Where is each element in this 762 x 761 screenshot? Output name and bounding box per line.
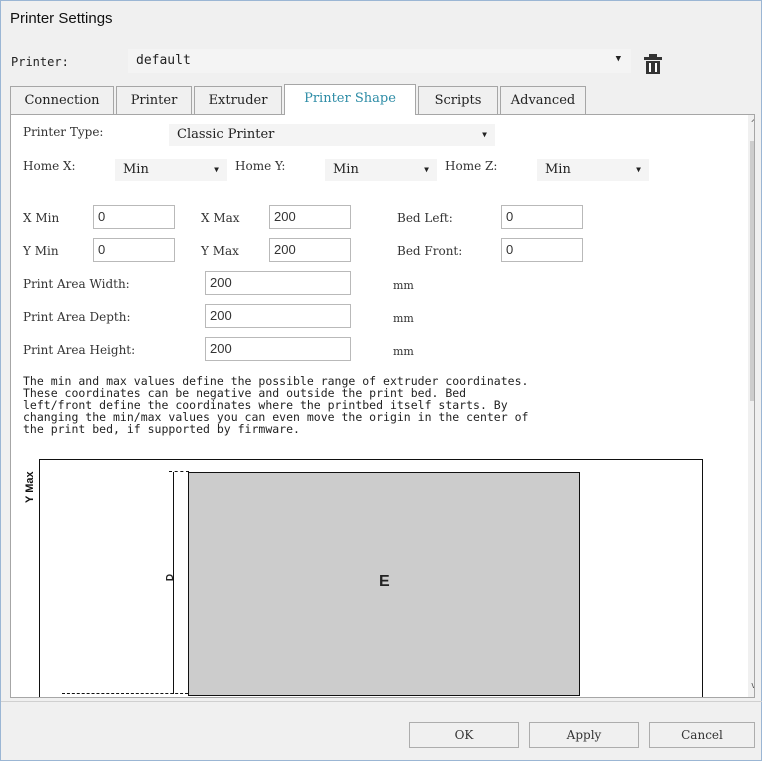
print-area-width-input[interactable]: 200: [205, 271, 351, 295]
y-max-label: Y Max: [201, 244, 239, 258]
printer-type-label: Printer Type:: [23, 125, 104, 139]
scroll-thumb[interactable]: [750, 141, 754, 401]
depth-dimension-line: [173, 472, 174, 694]
printer-type-select[interactable]: Classic Printer ▼: [169, 124, 495, 146]
apply-button[interactable]: Apply: [529, 722, 639, 748]
home-y-select[interactable]: Min ▼: [325, 159, 437, 181]
unit-label: mm: [393, 345, 414, 358]
footer-divider: [1, 701, 762, 702]
y-min-label: Y Min: [23, 244, 59, 258]
home-x-value: Min: [123, 162, 149, 177]
y-max-axis-text: Y Max: [24, 471, 36, 503]
printer-shape-diagram: D E: [39, 459, 703, 697]
home-z-label: Home Z:: [445, 159, 498, 173]
bed-left-input[interactable]: 0: [501, 205, 583, 229]
y-max-input[interactable]: 200: [269, 238, 351, 262]
print-area-depth-label: Print Area Depth:: [23, 310, 131, 324]
print-bed-area: E: [188, 472, 580, 696]
printer-settings-window: Printer Settings Printer: default ▼ Conn…: [0, 0, 762, 761]
x-min-label: X Min: [23, 211, 60, 225]
depth-dimension-label: D: [165, 573, 177, 582]
tab-advanced[interactable]: Advanced: [500, 86, 586, 114]
printer-shape-panel: Printer Type: Classic Printer ▼ Home X: …: [10, 114, 755, 698]
chevron-down-icon: ▼: [615, 54, 621, 64]
chevron-down-icon: ▼: [424, 165, 429, 174]
x-min-input[interactable]: 0: [93, 205, 175, 229]
vertical-scrollbar[interactable]: ^ v: [748, 115, 754, 697]
printer-type-value: Classic Printer: [177, 127, 275, 142]
tab-printer-shape[interactable]: Printer Shape: [284, 84, 416, 115]
shape-description: The min and max values define the possib…: [23, 374, 529, 436]
x-max-input[interactable]: 200: [269, 205, 351, 229]
window-title: Printer Settings: [10, 10, 113, 27]
chevron-down-icon: ▼: [214, 165, 219, 174]
home-z-select[interactable]: Min ▼: [537, 159, 649, 181]
settings-tabs: Connection Printer Extruder Printer Shap…: [10, 84, 750, 115]
scroll-down-icon[interactable]: v: [751, 681, 754, 691]
cancel-button[interactable]: Cancel: [649, 722, 755, 748]
bed-front-input[interactable]: 0: [501, 238, 583, 262]
ok-button[interactable]: OK: [409, 722, 519, 748]
print-area-height-label: Print Area Height:: [23, 343, 136, 357]
home-z-value: Min: [545, 162, 571, 177]
tab-extruder[interactable]: Extruder: [194, 86, 282, 114]
x-max-label: X Max: [201, 211, 240, 225]
unit-label: mm: [393, 279, 414, 292]
printer-select-value: default: [136, 53, 191, 68]
bed-front-label: Bed Front:: [397, 244, 463, 258]
printer-label: Printer:: [11, 55, 69, 69]
tab-connection[interactable]: Connection: [10, 86, 114, 114]
trash-icon[interactable]: [643, 53, 663, 75]
printer-select[interactable]: default ▼: [128, 49, 631, 73]
tab-scripts[interactable]: Scripts: [418, 86, 498, 114]
home-y-value: Min: [333, 162, 359, 177]
home-y-label: Home Y:: [235, 159, 286, 173]
y-min-input[interactable]: 0: [93, 238, 175, 262]
scroll-up-icon[interactable]: ^: [751, 119, 754, 129]
print-area-width-label: Print Area Width:: [23, 277, 130, 291]
unit-label: mm: [393, 312, 414, 325]
home-x-label: Home X:: [23, 159, 76, 173]
print-area-height-input[interactable]: 200: [205, 337, 351, 361]
home-x-select[interactable]: Min ▼: [115, 159, 227, 181]
dimension-dash-bottom: [62, 693, 188, 694]
dimension-dash-top: [169, 471, 189, 472]
print-bed-label: E: [379, 573, 390, 590]
print-area-depth-input[interactable]: 200: [205, 304, 351, 328]
bed-left-label: Bed Left:: [397, 211, 453, 225]
y-max-axis-label: Y Max: [22, 457, 36, 507]
tab-printer[interactable]: Printer: [116, 86, 192, 114]
chevron-down-icon: ▼: [636, 165, 641, 174]
chevron-down-icon: ▼: [482, 130, 487, 139]
